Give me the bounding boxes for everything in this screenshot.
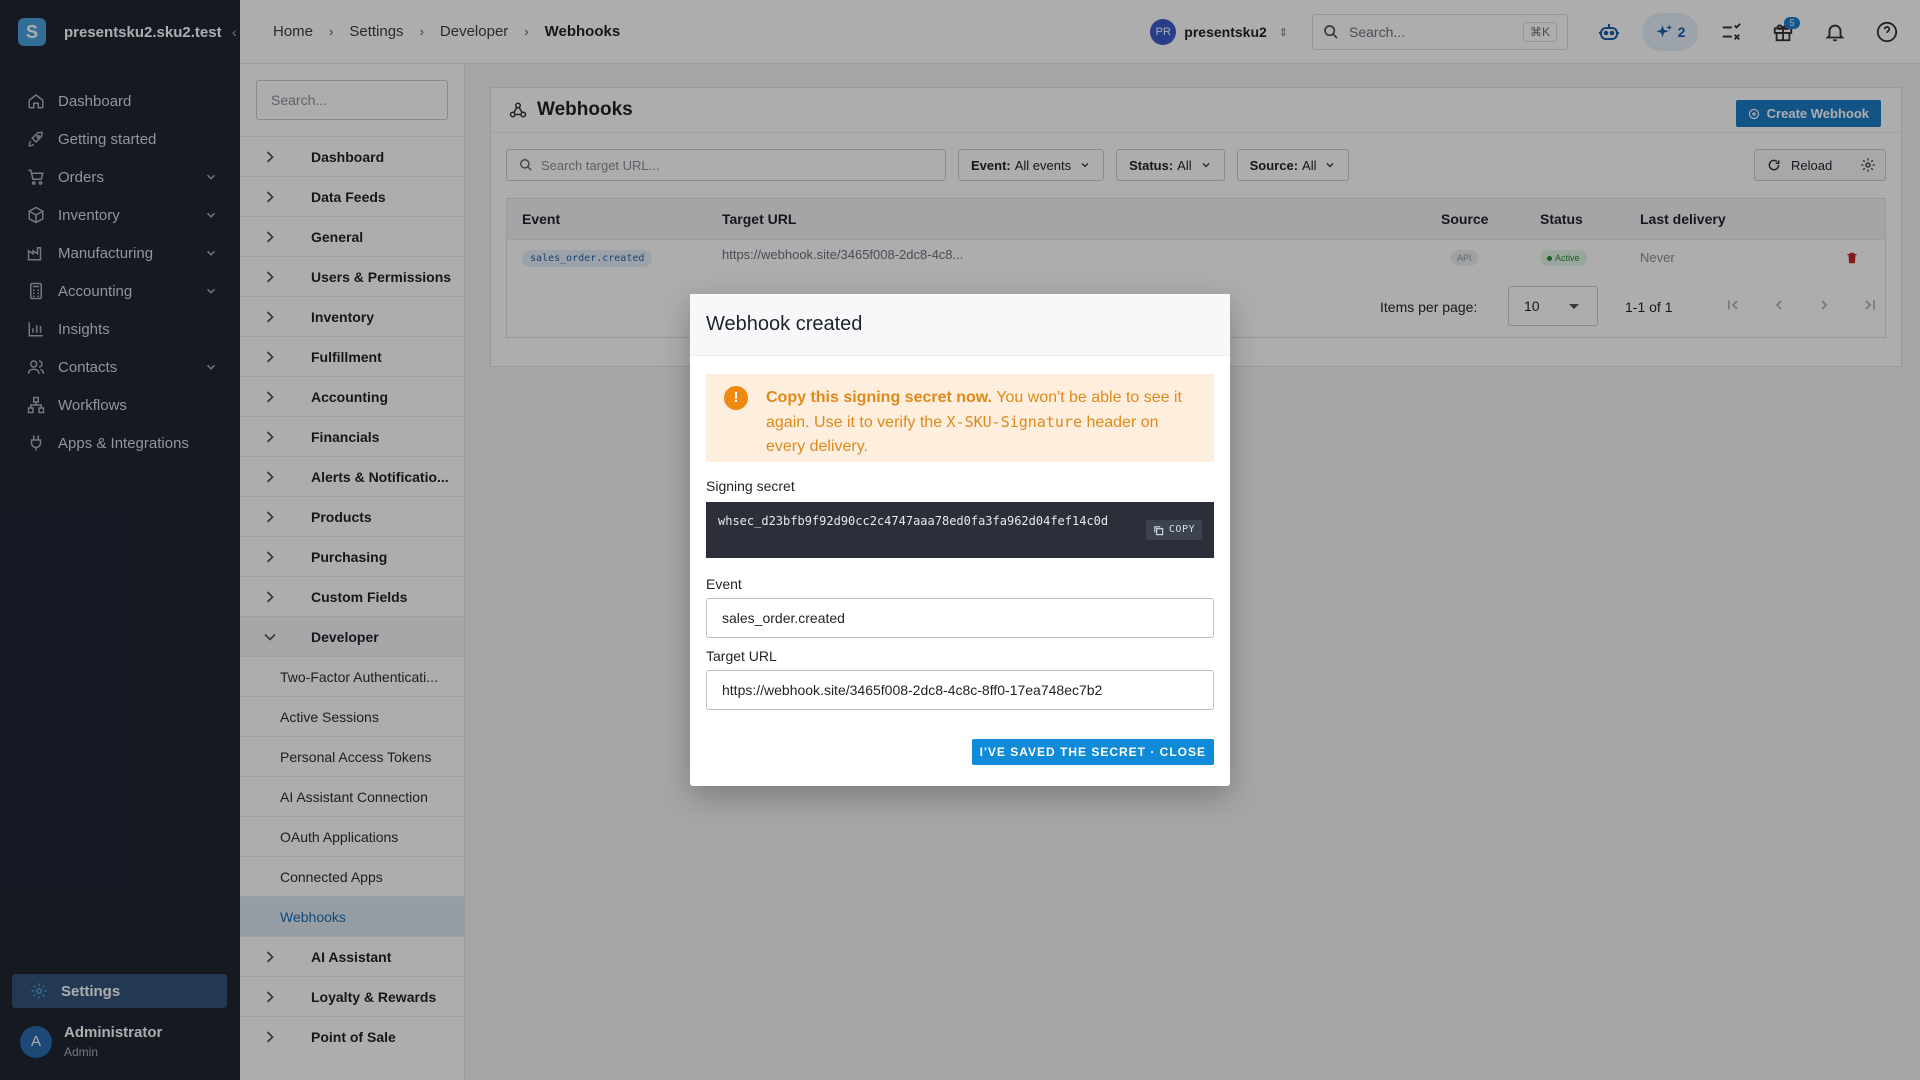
target-url-label: Target URL: [706, 648, 777, 664]
signing-secret-box: whsec_d23bfb9f92d90cc2c4747aaa78ed0fa3fa…: [706, 502, 1214, 558]
event-field[interactable]: sales_order.created: [706, 598, 1214, 638]
signing-secret-label: Signing secret: [706, 478, 795, 494]
saved-secret-close-button[interactable]: I'VE SAVED THE SECRET · CLOSE: [971, 739, 1214, 765]
webhook-created-dialog: Webhook created ! Copy this signing secr…: [690, 294, 1230, 786]
copy-label: COPY: [1168, 524, 1195, 535]
event-label: Event: [706, 576, 742, 592]
warning-icon: !: [724, 386, 748, 410]
signing-secret-value[interactable]: whsec_d23bfb9f92d90cc2c4747aaa78ed0fa3fa…: [718, 514, 1108, 528]
dialog-title: Webhook created: [690, 294, 1230, 356]
warning-emphasis: Copy this signing secret now.: [766, 389, 993, 406]
signing-secret-warning: ! Copy this signing secret now. You won'…: [706, 374, 1214, 462]
copy-icon: [1154, 525, 1164, 535]
signature-header-name: X-SKU-Signature: [946, 413, 1082, 431]
copy-secret-button[interactable]: COPY: [1145, 520, 1202, 540]
target-url-field[interactable]: https://webhook.site/3465f008-2dc8-4c8c-…: [706, 670, 1214, 710]
